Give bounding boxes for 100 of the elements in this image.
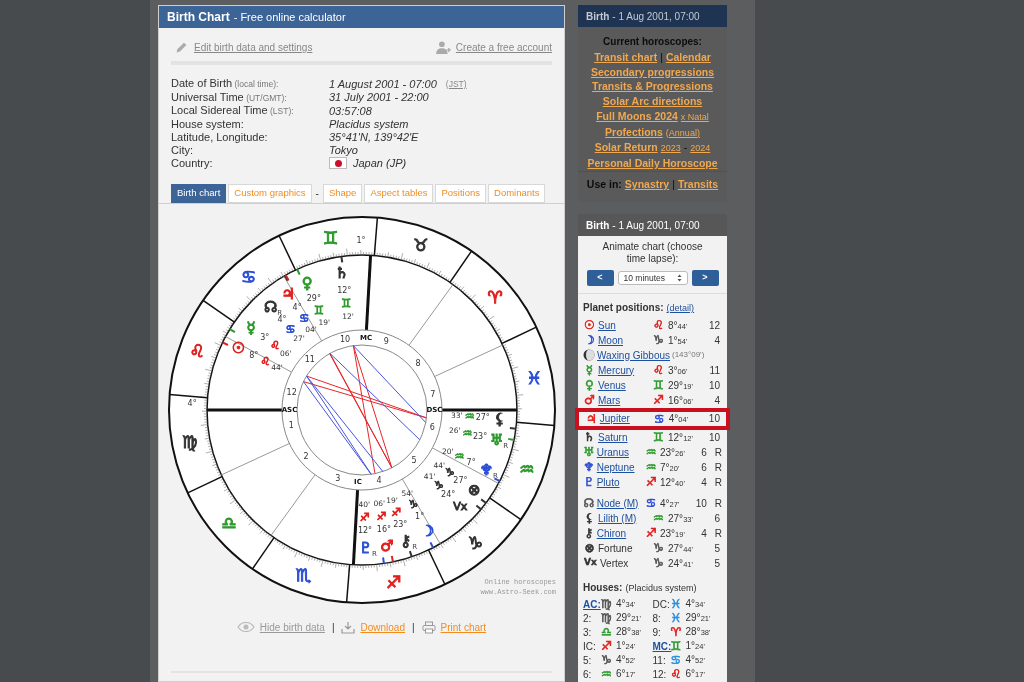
house-number: 12 [286, 387, 297, 397]
retrograde-mark: R [714, 475, 722, 490]
horoscope-link[interactable]: Synastry [624, 177, 670, 194]
retrograde-mark: R [714, 526, 722, 541]
chart-tab[interactable]: Custom graphics [228, 183, 312, 203]
animate-chart-text: Animate chart (choose time lapse): [601, 241, 704, 266]
degree-label: 16° [376, 524, 391, 534]
horoscope-link[interactable]: Profections [605, 124, 663, 140]
planet-symbol: ♅ [489, 430, 503, 449]
house-number: 7 [429, 389, 435, 399]
house-link[interactable]: MC: [652, 639, 670, 653]
chart-tab[interactable]: Birth chart [171, 183, 227, 203]
sign-symbol: ♑ [652, 332, 665, 350]
use-in-label: Use in: [586, 177, 622, 193]
planet-symbol: ☽ [420, 522, 434, 541]
detail-link[interactable]: (detail) [666, 302, 695, 316]
house-number: 4 [700, 526, 707, 541]
degree-label: 8° [248, 351, 258, 361]
horoscope-link[interactable]: Solar Arc directions [602, 94, 703, 109]
planet-symbol: ♇ [583, 474, 595, 492]
sign-symbol: ♍ [600, 611, 613, 625]
planet-link[interactable]: Moon [598, 332, 652, 348]
horoscope-link[interactable]: Transits [677, 177, 719, 194]
previous-button[interactable]: < [586, 270, 614, 287]
info-value: 03:57:08 [329, 104, 372, 118]
planet-link[interactable]: Jupiter [599, 411, 653, 427]
info-label: City: [171, 143, 194, 157]
planet-link[interactable]: Chiron [596, 525, 646, 541]
horoscope-link[interactable]: x Natal [680, 109, 709, 125]
time-lapse-select[interactable]: 10 minutes [617, 271, 688, 286]
house-number: 10 [339, 334, 350, 344]
house-number: 10 [707, 430, 720, 445]
planet-link[interactable]: Saturn [598, 429, 652, 445]
sign-symbol: ♓ [669, 611, 683, 625]
planet-link[interactable]: Venus [598, 377, 652, 393]
horoscope-link[interactable]: Solar Return [594, 140, 658, 155]
house-system-note: (Placidus system) [625, 581, 697, 595]
chart-tab[interactable]: Dominants [488, 183, 546, 203]
planet-link[interactable]: Sun [598, 317, 652, 333]
horoscope-link[interactable]: Personal Daily Horoscope [587, 155, 718, 171]
phase-angle: (143°09') [672, 349, 705, 362]
hide-birth-data-link[interactable]: Hide birth data [259, 619, 325, 635]
house-number: 6 [700, 460, 707, 475]
chart-tab[interactable]: Shape [322, 183, 363, 203]
sign-symbol: ♐ [645, 525, 657, 543]
planet-link[interactable]: Mars [598, 392, 652, 408]
section-heading: Houses: [583, 580, 623, 595]
info-value: Placidus system [329, 118, 409, 131]
horoscope-link[interactable]: Transit chart [594, 50, 658, 65]
horoscope-link[interactable]: 2024 [690, 141, 711, 156]
horoscope-link[interactable]: (Annual) [665, 125, 700, 141]
tab-separator: - [314, 186, 320, 201]
horoscope-link[interactable]: Full Moons 2024 [596, 108, 678, 124]
degree-label: 27° [475, 412, 490, 422]
edit-birth-data-link[interactable]: Edit birth data and settings [194, 40, 313, 55]
degree-label: 27° [452, 475, 467, 485]
planet-symbol: ☉ [231, 339, 245, 358]
horoscope-link[interactable]: 2023 [660, 141, 681, 156]
house-number: 9 [383, 337, 389, 347]
sign-symbol: ♌ [652, 317, 665, 335]
house-link[interactable]: AC: [583, 597, 600, 611]
planet-link[interactable]: Mercury [598, 362, 652, 378]
link-separator: | [411, 620, 415, 635]
next-button[interactable]: > [691, 270, 719, 287]
degree-label: 23° [472, 431, 487, 441]
horoscope-link[interactable]: Secondary progressions [590, 64, 715, 80]
planet-symbol: ♀ [301, 274, 313, 293]
chart-tab[interactable]: Aspect tables [364, 183, 434, 203]
planet-link[interactable]: Node (M) [596, 495, 646, 511]
create-account-link[interactable]: Create a free account [455, 40, 552, 55]
sign-symbol: ♌ [652, 362, 665, 380]
info-value: 31 July 2001 - 22:00 [329, 91, 429, 104]
planet-link[interactable]: Lilith (M) [598, 510, 652, 526]
planet-symbol: Vx [583, 556, 598, 570]
planet-symbol: ☉ [583, 317, 596, 335]
moon-phase-link[interactable]: Waxing Gibbous [597, 347, 670, 363]
planet-link[interactable]: Neptune [596, 459, 646, 475]
retrograde-mark: R [714, 496, 722, 511]
download-link[interactable]: Download [360, 619, 405, 635]
zodiac-sign: ♏ [295, 564, 311, 585]
chart-tab[interactable]: Positions [435, 183, 486, 203]
section-heading: Planet positions: [583, 301, 664, 316]
moon-phase-icon [583, 349, 595, 362]
planet-link[interactable]: Pluto [596, 474, 646, 490]
sign-symbol: ♐ [652, 392, 665, 410]
timezone-link[interactable]: (JST) [445, 77, 467, 91]
info-label: Country: [171, 156, 214, 170]
sign-symbol: ♌ [259, 355, 270, 369]
horoscope-link[interactable]: Calendar [665, 50, 711, 65]
degree-label: 1° [414, 511, 424, 521]
planet-link[interactable]: Uranus [596, 444, 646, 460]
sign-symbol: ♐ [600, 639, 613, 653]
planet-name: Fortune [598, 541, 634, 556]
print-chart-link[interactable]: Print chart [440, 619, 487, 635]
horoscope-link[interactable]: Transits & Progressions [592, 79, 713, 95]
sign-symbol: ♎ [600, 625, 613, 639]
sign-symbol: ♑ [433, 479, 444, 493]
planet-symbol: ♂ [379, 536, 394, 555]
panel-subtitle: - 1 Aug 2001, 07:00 [612, 218, 700, 233]
planet-symbol: ♃ [280, 284, 295, 303]
